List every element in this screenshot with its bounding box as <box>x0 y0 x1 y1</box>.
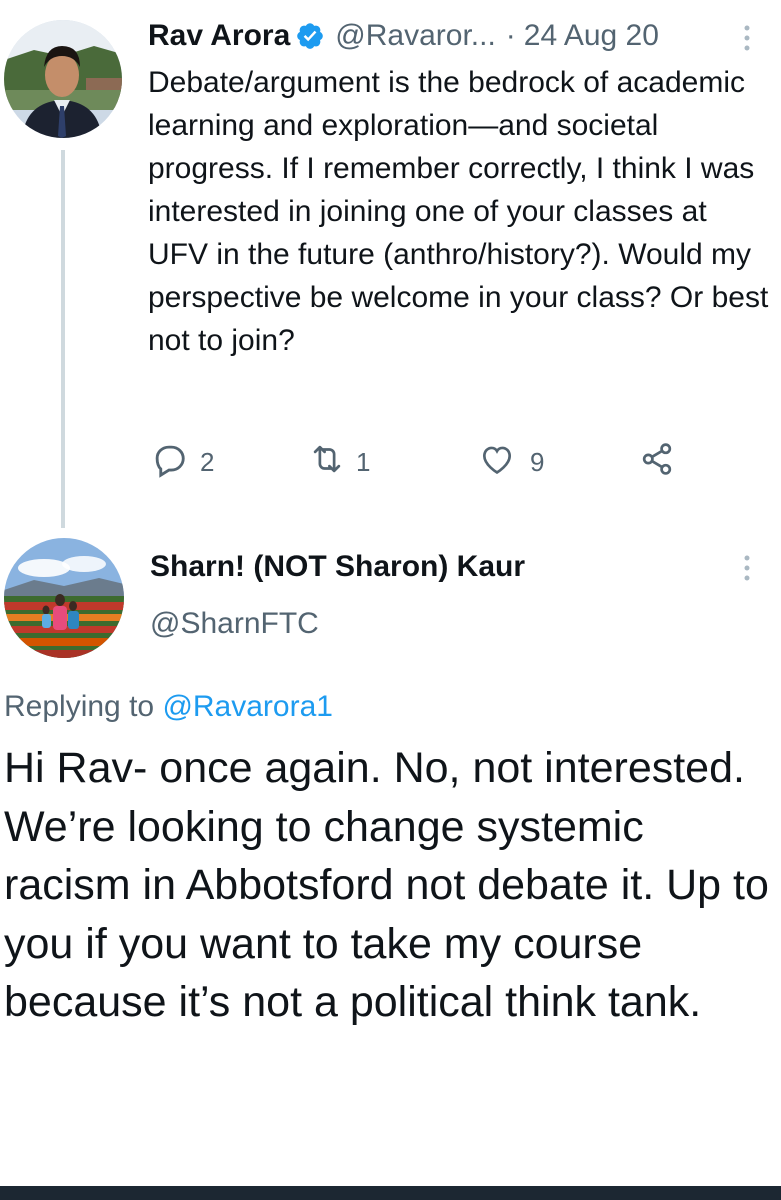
verified-badge-icon <box>295 21 325 51</box>
retweet-count: 1 <box>356 447 371 477</box>
avatar-sharn-kaur[interactable] <box>4 538 124 658</box>
thread-line <box>61 150 65 528</box>
replying-to: Replying to @Ravarora1 <box>4 690 333 724</box>
replying-prefix: Replying to <box>4 690 155 723</box>
more-options-icon[interactable] <box>740 24 754 52</box>
tweet-sharn-kaur: Sharn! (NOT Sharon) Kaur @SharnFTC Reply… <box>0 530 781 1186</box>
retweet-icon <box>308 440 346 485</box>
tweet-rav-arora: Rav Arora @Ravaror... · 24 Aug 20 Debate… <box>0 0 781 530</box>
more-options-icon[interactable] <box>740 554 754 582</box>
bottom-bar <box>0 1186 781 1200</box>
tweet1-header: Rav Arora @Ravaror... · 24 Aug 20 <box>148 12 768 60</box>
author-name[interactable]: Sharn! (NOT Sharon) Kaur <box>150 550 525 584</box>
tweet2-text: Hi Rav- once again. No, not interested. … <box>4 744 769 1026</box>
reply-count: 2 <box>200 447 215 477</box>
avatar-rav-arora[interactable] <box>4 20 122 138</box>
header-separator: · <box>505 19 516 52</box>
retweet-button[interactable]: 1 <box>308 440 370 485</box>
like-button[interactable]: 9 <box>478 440 544 485</box>
replying-handle-link[interactable]: @Ravarora1 <box>162 690 333 723</box>
author-handle[interactable]: @SharnFTC <box>150 607 319 641</box>
reply-button[interactable]: 2 <box>150 440 214 485</box>
author-handle[interactable]: @Ravaror... <box>335 19 496 53</box>
author-name[interactable]: Rav Arora <box>148 19 290 53</box>
like-icon <box>478 440 516 485</box>
like-count: 9 <box>530 447 545 477</box>
share-button[interactable] <box>638 440 676 485</box>
tweet-date[interactable]: 24 Aug 20 <box>524 19 659 53</box>
tweet1-text: Debate/argument is the bedrock of academ… <box>148 66 769 357</box>
share-icon <box>638 440 676 485</box>
reply-icon <box>150 440 188 485</box>
tweet1-actions: 2 1 9 <box>150 440 710 484</box>
